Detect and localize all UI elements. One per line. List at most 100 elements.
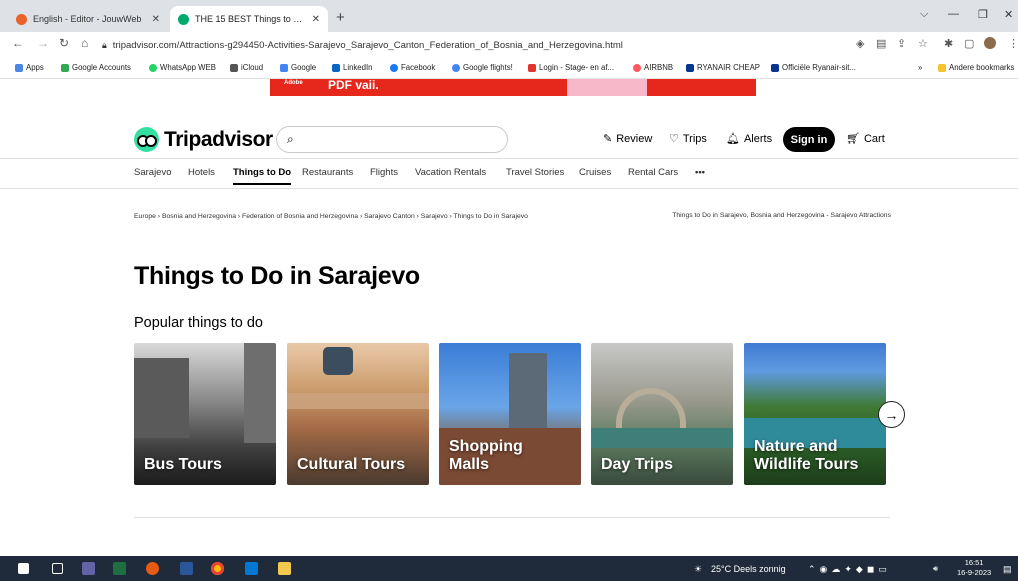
new-tab-icon[interactable]: + <box>336 9 345 26</box>
bookmark-other[interactable]: Andere bookmarks <box>938 63 1014 72</box>
section-title: Popular things to do <box>134 315 263 331</box>
minimize-icon[interactable]: — <box>948 8 959 20</box>
ryanair-icon <box>686 63 694 72</box>
app-icon[interactable] <box>146 562 159 575</box>
bell-icon: 🔔︎ <box>726 133 740 145</box>
bookmark-whatsapp[interactable]: WhatsApp WEB <box>149 63 216 72</box>
nav-travel-stories[interactable]: Travel Stories <box>506 167 564 178</box>
url-bar[interactable]: 🔒︎ tripadvisor.com/Attractions-g294450-A… <box>102 36 842 54</box>
bookmark-icloud[interactable]: iCloud <box>230 63 263 72</box>
tab-tripadvisor[interactable]: THE 15 BEST Things to Do in Sarajevo ✕ <box>170 6 328 32</box>
reload-icon[interactable]: ↻ <box>59 36 69 50</box>
volume-icon[interactable]: 🔊︎ <box>933 564 938 574</box>
bookmark-airbnb[interactable]: AIRBNB <box>633 63 673 72</box>
divider <box>134 517 890 518</box>
ad-image <box>567 79 647 96</box>
nav-flights[interactable]: Flights <box>370 167 398 178</box>
close-icon[interactable]: ✕ <box>312 14 320 25</box>
bookmark-google-accounts[interactable]: Google Accounts <box>61 63 131 72</box>
windows-start-icon[interactable] <box>18 563 29 574</box>
excel-icon[interactable] <box>113 562 126 575</box>
profile-avatar[interactable] <box>984 37 996 49</box>
nav-rental-cars[interactable]: Rental Cars <box>628 167 678 178</box>
window-close-icon[interactable]: ✕ <box>1004 8 1013 21</box>
menu-icon[interactable]: ⋮ <box>1008 37 1018 50</box>
login-icon <box>528 63 536 72</box>
logo-text: Tripadvisor <box>164 127 273 151</box>
search-icon: ⌕ <box>287 132 294 146</box>
bookmark-ryanair-cheap[interactable]: RYANAIR CHEAP <box>686 63 760 72</box>
owl-logo-icon <box>134 127 159 152</box>
tab-jouwweb[interactable]: English - Editor - JouwWeb ✕ <box>8 6 168 32</box>
nav-restaurants[interactable]: Restaurants <box>302 167 353 178</box>
close-icon[interactable]: ✕ <box>152 14 160 25</box>
home-icon[interactable]: ⌂ <box>81 36 88 50</box>
carousel-next-button[interactable]: → <box>878 401 905 428</box>
translate-icon[interactable]: ◈ <box>856 37 864 50</box>
teams-icon[interactable] <box>82 562 95 575</box>
card-label: Bus Tours <box>144 456 222 473</box>
search-input[interactable]: ⌕ <box>276 126 508 153</box>
nav-sarajevo[interactable]: Sarajevo <box>134 167 172 178</box>
nav-hotels[interactable]: Hotels <box>188 167 215 178</box>
weather-text[interactable]: 25°C Deels zonnig <box>711 564 786 574</box>
card-shopping-malls[interactable]: Shopping Malls <box>439 343 581 485</box>
card-day-trips[interactable]: Day Trips <box>591 343 733 485</box>
card-nature-wildlife-tours[interactable]: Nature and Wildlife Tours <box>744 343 886 485</box>
breadcrumb[interactable]: Europe › Bosnia and Herzegovina › Federa… <box>134 211 554 222</box>
ad-banner[interactable]: Adobe PDF vaii. <box>270 79 756 96</box>
outlook-icon[interactable] <box>245 562 258 575</box>
review-link[interactable]: ✎ Review <box>603 132 652 146</box>
cart-link[interactable]: 🛒︎ Cart <box>846 132 885 146</box>
bookmark-facebook[interactable]: Facebook <box>390 63 435 72</box>
nav-more-icon[interactable]: ••• <box>695 167 705 178</box>
nav-cruises[interactable]: Cruises <box>579 167 611 178</box>
sidepanel-icon[interactable]: ▢ <box>964 37 974 50</box>
airbnb-icon <box>633 63 641 72</box>
back-icon[interactable]: ← <box>12 36 24 50</box>
divider <box>0 188 1018 189</box>
bookmark-google-flights[interactable]: Google flights! <box>452 63 513 72</box>
page-title: Things to Do in Sarajevo <box>134 262 420 290</box>
ad-big-text: PDF vaii. <box>328 79 379 92</box>
tripadvisor-logo[interactable]: Tripadvisor <box>134 127 273 152</box>
word-icon[interactable] <box>180 562 193 575</box>
bookmark-google[interactable]: Google <box>280 63 316 72</box>
notifications-icon[interactable]: ▤ <box>1003 564 1012 575</box>
system-tray-icons[interactable]: ⌃◉☁✦◆◼▭ <box>808 564 891 575</box>
extensions-icon[interactable]: ✱ <box>944 37 953 50</box>
cart-icon: 🛒︎ <box>846 133 860 145</box>
chevron-down-icon[interactable]: ⌵ <box>920 8 928 21</box>
card-bus-tours[interactable]: Bus Tours <box>134 343 276 485</box>
bookmark-apps[interactable]: Apps <box>15 63 44 72</box>
card-label: Shopping Malls <box>449 438 523 473</box>
nav-vacation-rentals[interactable]: Vacation Rentals <box>415 167 486 178</box>
url-text: tripadvisor.com/Attractions-g294450-Acti… <box>112 39 623 51</box>
share-icon[interactable]: ⇪ <box>897 37 906 50</box>
bookmark-ryanair-site[interactable]: Officiële Ryanair-sit... <box>771 63 856 72</box>
task-view-icon[interactable] <box>52 563 63 574</box>
tab-title: English - Editor - JouwWeb <box>33 14 142 24</box>
trips-link[interactable]: ♡ Trips <box>669 132 707 146</box>
restore-icon[interactable]: ❐ <box>978 8 988 21</box>
clock[interactable]: 16:51 16-9-2023 <box>957 558 991 578</box>
sign-in-button[interactable]: Sign in <box>783 127 835 152</box>
file-explorer-icon[interactable] <box>278 562 291 575</box>
nav-things-to-do[interactable]: Things to Do <box>233 167 292 185</box>
card-cultural-tours[interactable]: Cultural Tours <box>287 343 429 485</box>
ryanair-icon <box>771 63 779 72</box>
tripadvisor-favicon-icon <box>178 13 189 25</box>
lock-icon: 🔒︎ <box>102 39 107 50</box>
linkedin-icon <box>332 63 340 72</box>
forward-icon[interactable]: → <box>37 36 49 50</box>
bookmark-login-stage[interactable]: Login - Stage- en af... <box>528 63 614 72</box>
bookmark-star-icon[interactable]: ☆ <box>918 37 928 50</box>
weather-icon[interactable]: ☀ <box>694 564 702 575</box>
page-seo-title: Things to Do in Sarajevo, Bosnia and Her… <box>672 212 891 219</box>
reader-icon[interactable]: ▤ <box>876 37 886 50</box>
alerts-link[interactable]: 🔔︎ Alerts <box>726 132 772 146</box>
bookmark-linkedin[interactable]: LinkedIn <box>332 63 372 72</box>
bookmarks-overflow[interactable]: » <box>918 63 922 72</box>
chrome-icon[interactable] <box>211 562 224 575</box>
divider <box>0 158 1018 159</box>
